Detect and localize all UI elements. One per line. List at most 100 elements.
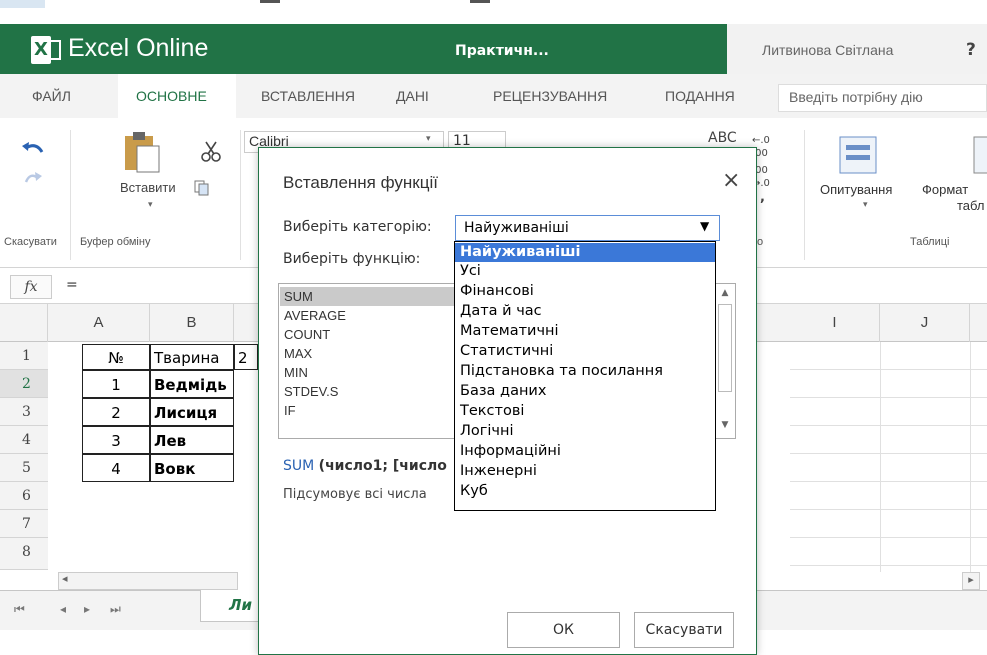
category-label: Виберіть категорію: [283, 219, 432, 235]
spelling-button[interactable]: ABC [708, 130, 737, 146]
function-signature-args: (число1; [число [318, 458, 447, 474]
gridline [880, 342, 881, 572]
cancel-button[interactable]: Скасувати [634, 612, 734, 648]
scrollbar-thumb[interactable] [718, 304, 732, 392]
category-option[interactable]: Фінансові [460, 282, 534, 301]
browser-top-strip [0, 0, 987, 24]
cut-icon[interactable] [200, 140, 222, 162]
table-cell[interactable]: Лисиця [150, 398, 234, 426]
column-header-b[interactable]: B [150, 304, 234, 342]
table-cell[interactable]: 2 [82, 398, 150, 426]
tab-insert[interactable]: ВСТАВЛЕННЯ [243, 74, 373, 118]
category-option[interactable]: База даних [460, 382, 546, 401]
row-header-8[interactable]: 8 [0, 538, 48, 570]
chevron-down-icon[interactable]: ▼ [700, 219, 709, 233]
category-option[interactable]: Дата й час [460, 302, 542, 321]
tab-data[interactable]: ДАНІ [378, 74, 447, 118]
top-strip-mark [470, 0, 490, 3]
paste-dropdown-icon[interactable]: ▾ [148, 200, 153, 210]
tab-file[interactable]: ФАЙЛ [14, 74, 89, 118]
function-signature: SUM (число1; [число [283, 458, 447, 474]
horizontal-scrollbar[interactable] [58, 572, 238, 590]
last-sheet-icon[interactable]: ⏭ [110, 602, 121, 617]
table-cell[interactable]: 2 [234, 344, 258, 370]
close-icon[interactable]: × [722, 168, 740, 193]
group-separator [804, 130, 805, 260]
survey-button[interactable]: Опитування [820, 182, 892, 197]
table-cell[interactable]: Лев [150, 426, 234, 454]
redo-icon[interactable] [22, 170, 44, 188]
row-header-4[interactable]: 4 [0, 426, 48, 454]
paste-icon[interactable] [121, 130, 163, 176]
format-as-table-button[interactable]: Формат [922, 182, 968, 197]
first-sheet-icon[interactable]: ⏮ [14, 602, 25, 617]
excel-logo-icon: X [31, 36, 61, 64]
format-as-table-icon[interactable] [972, 135, 987, 175]
scroll-right-icon[interactable]: ▸ [962, 572, 980, 590]
table-cell[interactable]: 3 [82, 426, 150, 454]
font-dropdown-icon[interactable]: ▾ [426, 134, 431, 144]
top-strip-mark [260, 0, 280, 3]
paste-label[interactable]: Вставити [120, 180, 176, 195]
scroll-left-icon[interactable]: ◂ [62, 572, 68, 585]
function-signature-name[interactable]: SUM [283, 458, 314, 474]
column-header-a[interactable]: A [48, 304, 150, 342]
table-cell[interactable]: Ведмідь [150, 370, 234, 398]
top-strip-mark [0, 0, 45, 8]
category-option[interactable]: Інженерні [460, 462, 537, 481]
sheet-tab[interactable]: Ли [200, 590, 260, 622]
category-option[interactable]: Логічні [460, 422, 514, 441]
group-separator [70, 130, 71, 260]
scroll-up-icon[interactable]: ▲ [717, 288, 733, 302]
row-header-6[interactable]: 6 [0, 482, 48, 510]
select-all-corner[interactable] [0, 304, 48, 342]
tell-me-input[interactable]: Введіть потрібну дію [778, 84, 987, 112]
tables-group-label: Таблиці [910, 236, 950, 248]
table-cell[interactable]: № [82, 344, 150, 370]
category-option[interactable]: Текстові [460, 402, 524, 421]
category-option[interactable]: Математичні [460, 322, 559, 341]
category-option[interactable]: Статистичні [460, 342, 553, 361]
format-as-table-button-line2[interactable]: табл [957, 198, 985, 213]
help-icon[interactable]: ? [966, 40, 976, 60]
category-option[interactable]: Підстановка та посилання [460, 362, 663, 381]
ok-button[interactable]: ОК [507, 612, 620, 648]
formula-input[interactable]: = [66, 277, 78, 293]
table-cell[interactable]: Тварина [150, 344, 234, 370]
survey-dropdown-icon[interactable]: ▾ [863, 200, 868, 210]
column-header-i[interactable]: I [790, 304, 880, 342]
category-option[interactable]: Усі [460, 262, 481, 281]
category-select[interactable]: Найуживаніші [455, 215, 720, 241]
comma-style-icon[interactable]: , [760, 190, 765, 205]
row-header-5[interactable]: 5 [0, 454, 48, 482]
function-description: Підсумовує всі числа [283, 487, 427, 502]
table-cell[interactable]: Вовк [150, 454, 234, 482]
user-name[interactable]: Литвинова Світлана [762, 42, 893, 58]
table-cell[interactable]: 4 [82, 454, 150, 482]
row-header-3[interactable]: 3 [0, 398, 48, 426]
app-name: Excel Online [68, 34, 209, 62]
category-option[interactable]: Куб [460, 482, 488, 501]
row-header-1[interactable]: 1 [0, 342, 48, 370]
dialog-title: Вставлення функції [283, 173, 438, 192]
scroll-down-icon[interactable]: ▼ [717, 420, 733, 434]
row-header-2[interactable]: 2 [0, 370, 48, 398]
column-header-j[interactable]: J [880, 304, 970, 342]
undo-group-label: Скасувати [4, 236, 57, 248]
insert-function-button[interactable]: fx [10, 275, 52, 299]
row-header-7[interactable]: 7 [0, 510, 48, 538]
survey-icon[interactable] [838, 135, 878, 175]
undo-icon[interactable] [20, 140, 46, 162]
copy-icon[interactable] [194, 180, 210, 196]
function-list-scrollbar[interactable]: ▲ ▼ [714, 284, 734, 438]
tab-view[interactable]: ПОДАННЯ [647, 74, 753, 118]
category-option[interactable]: Інформаційні [460, 442, 561, 461]
next-sheet-icon[interactable]: ▸ [84, 602, 90, 616]
category-option[interactable]: Найуживаніші [455, 243, 715, 262]
table-cell[interactable]: 1 [82, 370, 150, 398]
document-title[interactable]: Практичн... [455, 43, 549, 59]
tab-home[interactable]: ОСНОВНЕ [118, 74, 236, 118]
prev-sheet-icon[interactable]: ◂ [60, 602, 66, 616]
grid-area [790, 342, 987, 572]
tab-review[interactable]: РЕЦЕНЗУВАННЯ [475, 74, 625, 118]
